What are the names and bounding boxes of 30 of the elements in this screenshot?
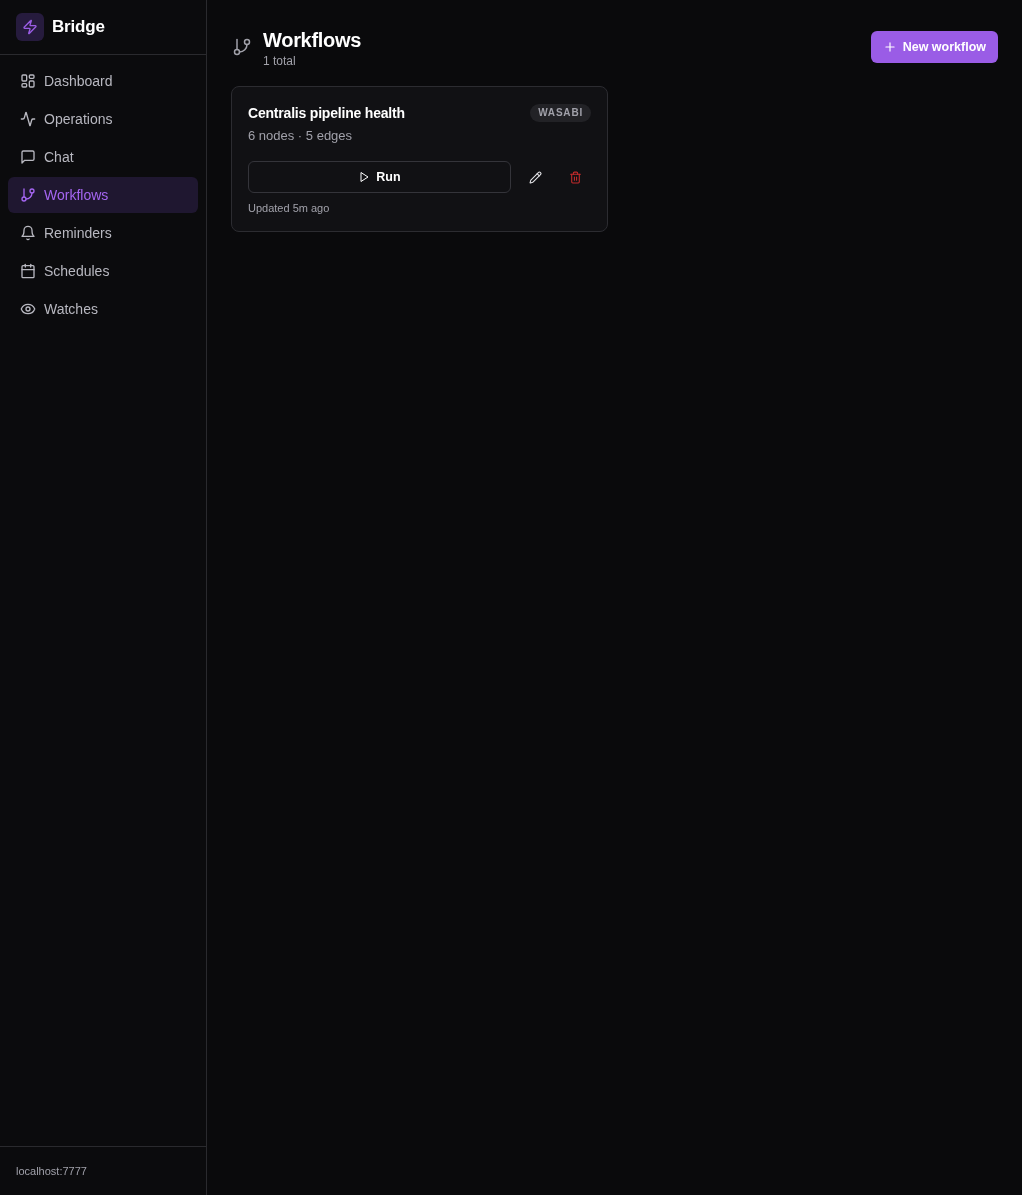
pencil-icon	[528, 170, 542, 184]
updated-time: Updated 5m ago	[248, 201, 331, 215]
nav-item[interactable]: Chat	[8, 139, 198, 175]
bolt-icon	[16, 13, 44, 41]
nav-item[interactable]: Dashboard	[8, 63, 198, 99]
workflow-count: 1 total	[263, 53, 297, 70]
eye-icon	[20, 301, 36, 317]
server-address: localhost:7777	[16, 1165, 87, 1177]
new-workflow-button[interactable]: New workflow	[870, 31, 998, 63]
bell-icon	[20, 225, 36, 241]
chat-bubble-icon	[20, 149, 36, 165]
workflow-name: Centralis pipeline health	[248, 105, 405, 121]
workflow-summary: 6 nodes · 5 edges	[248, 127, 354, 145]
grid-icon	[20, 73, 36, 89]
play-icon	[358, 171, 371, 183]
nav-item[interactable]: Schedules	[8, 253, 198, 289]
branch-icon	[232, 37, 252, 57]
nav-item[interactable]: Operations	[8, 101, 198, 137]
plus-icon	[882, 40, 897, 54]
tag: WASABI	[530, 104, 591, 122]
nav-item[interactable]: Watches	[8, 291, 198, 327]
pulse-line-icon	[20, 111, 36, 127]
app-name: Bridge	[52, 17, 105, 37]
trash-icon	[568, 170, 582, 184]
branch-icon	[20, 187, 36, 203]
page-title: Workflows	[263, 28, 362, 52]
calendar-icon	[20, 263, 36, 279]
nav-item[interactable]: Reminders	[8, 215, 198, 251]
nav-item[interactable]: Workflows	[8, 177, 198, 213]
run-button[interactable]: Run	[248, 161, 511, 193]
